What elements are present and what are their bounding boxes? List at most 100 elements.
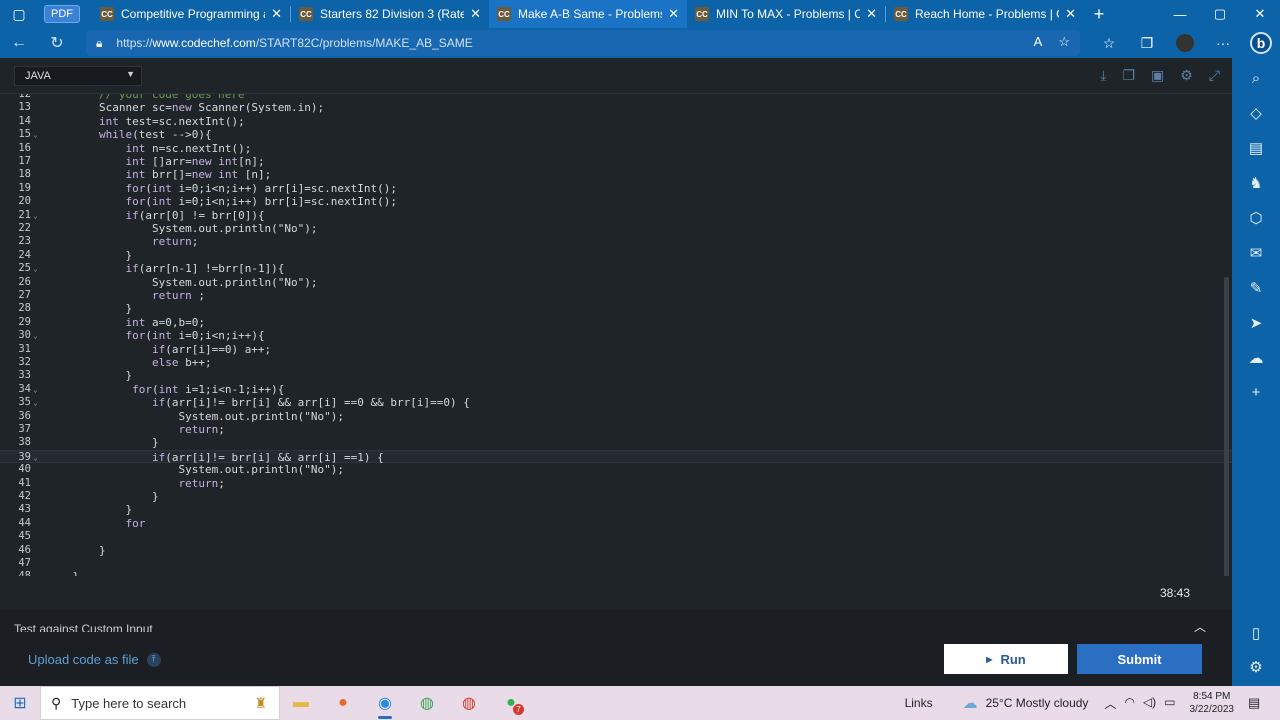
browser-tab[interactable]: CC Competitive Programming and C ✕ xyxy=(92,0,290,28)
code-line[interactable]: 17 int []arr=new int[n]; xyxy=(0,155,1232,168)
code-line[interactable]: 20 for(int i=0;i<n;i++) brr[i]=sc.nextIn… xyxy=(0,195,1232,208)
chrome-icon[interactable]: ◍ xyxy=(406,686,448,720)
close-tab-icon[interactable]: ✕ xyxy=(271,6,282,22)
settings-icon[interactable]: ⚙ xyxy=(1180,67,1193,84)
code-line[interactable]: 37 return; xyxy=(0,423,1232,436)
fullscreen-icon[interactable]: ⤢ xyxy=(1209,67,1220,84)
cloud-icon[interactable]: ☁ xyxy=(1232,349,1280,367)
edge-icon[interactable]: ◉ xyxy=(364,686,406,720)
code-line[interactable]: 36 System.out.println("No"); xyxy=(0,410,1232,423)
language-select[interactable]: JAVA ▼ xyxy=(14,66,142,86)
taskbar-search[interactable]: ⚲ Type here to search ♜ xyxy=(40,686,280,720)
bing-icon[interactable]: b xyxy=(1250,32,1272,54)
code-line[interactable]: 35 ⌄ if(arr[i]!= brr[i] && arr[i] ==0 && … xyxy=(0,396,1232,409)
code-line[interactable]: 38 } xyxy=(0,436,1232,449)
links-toolbar[interactable]: Links xyxy=(905,696,933,710)
chess-icon[interactable]: ♞ xyxy=(1232,174,1280,192)
windows-start-icon[interactable]: ⊞ xyxy=(0,693,40,713)
tab-actions-icon[interactable]: ▢ xyxy=(0,0,38,28)
designer-icon[interactable]: ✎ xyxy=(1232,279,1280,297)
code-line[interactable]: 18 int brr[]=new int [n]; xyxy=(0,168,1232,181)
briefcase-icon[interactable]: ▤ xyxy=(1232,139,1280,157)
code-line[interactable]: 40 System.out.println("No"); xyxy=(0,463,1232,476)
submit-button[interactable]: Submit xyxy=(1077,644,1202,674)
tag-icon[interactable]: ◇ xyxy=(1232,104,1280,122)
close-tab-icon[interactable]: ✕ xyxy=(668,6,679,22)
fold-icon[interactable]: ⌄ xyxy=(33,262,38,275)
code-editor[interactable]: 12 // your code goes here 13 Scanner sc=n… xyxy=(0,94,1232,576)
clock[interactable]: 8:54 PM 3/22/2023 xyxy=(1190,690,1235,716)
custom-input-panel[interactable]: Test against Custom Input ︿ xyxy=(0,610,1232,632)
code-line[interactable]: 39 ⌄ if(arr[i]!= brr[i] && arr[i] ==1) { xyxy=(0,449,1232,464)
browser-tab[interactable]: CC Make A-B Same - Problems | Co ✕ xyxy=(489,0,687,28)
fold-icon[interactable]: ⌄ xyxy=(33,209,38,222)
fold-icon[interactable]: ⌄ xyxy=(33,329,38,342)
browser-tab[interactable]: CC MIN To MAX - Problems | CodeC ✕ xyxy=(687,0,885,28)
add-icon[interactable]: + xyxy=(1232,384,1280,401)
url-field[interactable]: 🔒︎ https://www.codechef.com/START82C/pro… xyxy=(86,30,1080,56)
whatsapp-icon[interactable]: ● 7 xyxy=(490,686,532,720)
send-icon[interactable]: ➤ xyxy=(1232,314,1280,332)
code-line[interactable]: 46 } xyxy=(0,544,1232,557)
search-icon[interactable]: ⌕ xyxy=(1232,70,1280,87)
code-line[interactable]: 34 ⌄ for(int i=1;i<n-1;i++){ xyxy=(0,383,1232,396)
new-tab-button[interactable]: + xyxy=(1084,4,1114,25)
fold-icon[interactable]: ⌄ xyxy=(33,396,38,409)
refresh-icon[interactable]: ↻ xyxy=(38,33,76,53)
pdf-badge[interactable]: PDF xyxy=(44,5,80,23)
close-tab-icon[interactable]: ✕ xyxy=(866,6,877,22)
editor-scrollbar[interactable] xyxy=(1224,277,1229,576)
code-line[interactable]: 42 } xyxy=(0,490,1232,503)
copy-icon[interactable]: ❐ xyxy=(1122,67,1135,84)
download-icon[interactable]: ⤓ xyxy=(1100,67,1106,84)
maximize-button[interactable]: ▢ xyxy=(1200,0,1240,28)
battery-icon[interactable]: ▭ xyxy=(1164,695,1175,712)
chrome-canary-icon[interactable]: ◍ xyxy=(448,686,490,720)
code-line[interactable]: 45 xyxy=(0,530,1232,543)
code-line[interactable]: 32 else b++; xyxy=(0,356,1232,369)
code-line[interactable]: 24 } xyxy=(0,249,1232,262)
code-line[interactable]: 22 System.out.println("No"); xyxy=(0,222,1232,235)
code-line[interactable]: 44 for xyxy=(0,517,1232,530)
browser-tab[interactable]: CC Starters 82 Division 3 (Rated) Co ✕ xyxy=(291,0,489,28)
code-line[interactable]: 30 ⌄ for(int i=0;i<n;i++){ xyxy=(0,329,1232,342)
run-button[interactable]: ▶ Run xyxy=(944,644,1068,674)
read-aloud-icon[interactable]: A xyxy=(1034,34,1043,50)
code-line[interactable]: 12 // your code goes here xyxy=(0,94,1232,101)
code-line[interactable]: 25 ⌄ if(arr[n-1] !=brr[n-1]){ xyxy=(0,262,1232,275)
file-explorer-icon[interactable]: ▬ xyxy=(280,686,322,720)
code-line[interactable]: 29 int a=0,b=0; xyxy=(0,316,1232,329)
close-tab-icon[interactable]: ✕ xyxy=(1065,6,1076,22)
settings-icon[interactable]: ⚙ xyxy=(1232,658,1280,676)
code-line[interactable]: 43 } xyxy=(0,503,1232,516)
back-icon[interactable]: ← xyxy=(0,34,38,52)
volume-icon[interactable]: ◁) xyxy=(1143,695,1156,712)
outlook-icon[interactable]: ✉ xyxy=(1232,244,1280,262)
firefox-icon[interactable]: ● xyxy=(322,686,364,720)
code-line[interactable]: 13 Scanner sc=new Scanner(System.in); xyxy=(0,101,1232,114)
upload-code-link[interactable]: Upload code as file ⤒ xyxy=(28,652,161,667)
wifi-icon[interactable]: ◠ xyxy=(1124,695,1134,712)
browser-tab[interactable]: CC Reach Home - Problems | CodeC ✕ xyxy=(886,0,1084,28)
chevron-up-icon[interactable]: ︿ xyxy=(1104,695,1116,712)
fold-icon[interactable]: ⌄ xyxy=(33,451,38,464)
save-icon[interactable]: ▣ xyxy=(1151,67,1164,84)
close-window-button[interactable]: ✕ xyxy=(1240,0,1280,28)
fold-icon[interactable]: ⌄ xyxy=(33,128,38,141)
fold-icon[interactable]: ⌄ xyxy=(33,383,38,396)
code-line[interactable]: 31 if(arr[i]==0) a++; xyxy=(0,343,1232,356)
code-line[interactable]: 47 xyxy=(0,557,1232,570)
add-favorite-icon[interactable]: ☆ xyxy=(1058,34,1070,50)
close-tab-icon[interactable]: ✕ xyxy=(470,6,481,22)
minimize-button[interactable]: — xyxy=(1160,0,1200,28)
code-line[interactable]: 41 return; xyxy=(0,477,1232,490)
collections-icon[interactable]: ❐ xyxy=(1128,35,1166,52)
chevron-up-icon[interactable]: ︿ xyxy=(1194,618,1206,632)
code-line[interactable]: 33 } xyxy=(0,369,1232,382)
more-menu-icon[interactable]: ··· xyxy=(1204,35,1242,51)
code-line[interactable]: 21 ⌄ if(arr[0] != brr[0]){ xyxy=(0,209,1232,222)
code-line[interactable]: 19 for(int i=0;i<n;i++) arr[i]=sc.nextIn… xyxy=(0,182,1232,195)
code-line[interactable]: 14 int test=sc.nextInt(); xyxy=(0,115,1232,128)
code-line[interactable]: 28 } xyxy=(0,302,1232,315)
sidebar-toggle-icon[interactable]: ▯ xyxy=(1232,624,1280,642)
